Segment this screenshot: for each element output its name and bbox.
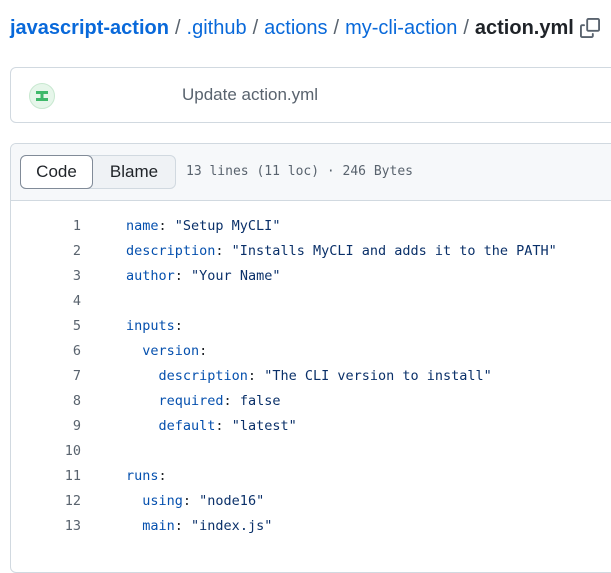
yaml-key: description <box>126 243 216 259</box>
breadcrumb-separator: / <box>252 16 259 39</box>
yaml-key: version <box>142 343 200 359</box>
line-content: description: "The CLI version to install… <box>126 364 492 389</box>
latest-commit-box: Update action.yml <box>10 67 611 123</box>
code-line: 8 required: false <box>11 389 611 414</box>
yaml-separator: : <box>174 318 183 334</box>
line-number[interactable]: 13 <box>11 514 81 539</box>
line-content: runs: <box>126 464 167 489</box>
line-content: using: "node16" <box>126 489 264 514</box>
code-line: 7 description: "The CLI version to insta… <box>11 364 611 389</box>
yaml-key: inputs <box>126 318 175 334</box>
code-listing: 1 name: "Setup MyCLI" 2 description: "Insta… <box>11 214 611 539</box>
line-number[interactable]: 5 <box>11 314 81 339</box>
line-number[interactable]: 10 <box>11 439 81 464</box>
copy-path-button[interactable] <box>578 16 602 40</box>
line-number[interactable]: 7 <box>11 364 81 389</box>
breadcrumb-separator: / <box>463 16 469 39</box>
code-line: 2 description: "Installs MyCLI and adds i… <box>11 239 611 264</box>
line-content: required: false <box>126 389 281 414</box>
line-content: main: "index.js" <box>126 514 272 539</box>
line-number[interactable]: 8 <box>11 389 81 414</box>
yaml-key: name <box>126 218 159 234</box>
yaml-value: "Setup MyCLI" <box>174 218 281 234</box>
yaml-separator: : <box>158 468 167 484</box>
line-content: default: "latest" <box>126 414 297 439</box>
line-content: name: "Setup MyCLI" <box>126 214 280 239</box>
line-number[interactable]: 6 <box>11 339 81 364</box>
yaml-key: runs <box>126 468 159 484</box>
yaml-key: author <box>126 268 175 284</box>
yaml-separator: : <box>215 243 232 259</box>
breadcrumb-current-file: action.yml <box>474 16 574 39</box>
yaml-key: main <box>142 518 175 534</box>
yaml-value: "latest" <box>231 418 297 434</box>
yaml-key: required <box>158 393 224 409</box>
line-content: description: "Installs MyCLI and adds it… <box>126 239 557 264</box>
line-number[interactable]: 9 <box>11 414 81 439</box>
yaml-key: default <box>158 418 216 434</box>
code-blame-toggle: Code Blame <box>20 155 176 189</box>
yaml-separator: : <box>223 393 240 409</box>
code-line: 13 main: "index.js" <box>11 514 611 539</box>
code-line: 1 name: "Setup MyCLI" <box>11 214 611 239</box>
code-line: 10 <box>11 439 611 464</box>
line-number[interactable]: 4 <box>11 289 81 314</box>
breadcrumb-repo-link[interactable]: javascript-action <box>10 17 169 40</box>
yaml-value: "Your Name" <box>191 268 281 284</box>
file-header: Code Blame 13 lines (11 loc) · 246 Bytes <box>11 144 611 201</box>
yaml-separator: : <box>174 268 192 284</box>
code-line: 9 default: "latest" <box>11 414 611 439</box>
code-line: 6 version: <box>11 339 611 364</box>
identicon-icon <box>36 91 48 101</box>
breadcrumb-actions-link[interactable]: actions <box>264 17 327 40</box>
yaml-separator: : <box>182 493 200 509</box>
breadcrumb-my-cli-action-link[interactable]: my-cli-action <box>345 17 457 40</box>
yaml-separator: : <box>215 418 232 434</box>
code-tab[interactable]: Code <box>20 155 93 189</box>
yaml-value: false <box>239 393 281 409</box>
breadcrumb-separator: / <box>333 16 340 39</box>
line-number[interactable]: 3 <box>11 264 81 289</box>
yaml-separator: : <box>199 343 208 359</box>
line-number[interactable]: 12 <box>11 489 81 514</box>
blame-tab[interactable]: Blame <box>93 156 175 188</box>
yaml-separator: : <box>247 368 265 384</box>
yaml-value: "The CLI version to install" <box>264 368 492 384</box>
line-number[interactable]: 11 <box>11 464 81 489</box>
file-viewer: Code Blame 13 lines (11 loc) · 246 Bytes… <box>10 143 611 573</box>
commit-message-link[interactable]: Update action.yml <box>182 85 318 105</box>
code-line: 12 using: "node16" <box>11 489 611 514</box>
breadcrumb: javascript-action / .github / actions / … <box>10 12 574 44</box>
line-number[interactable]: 2 <box>11 239 81 264</box>
code-line: 5 inputs: <box>11 314 611 339</box>
copy-icon <box>580 18 600 38</box>
line-number[interactable]: 1 <box>11 214 81 239</box>
yaml-value: "node16" <box>199 493 265 509</box>
code-line: 4 <box>11 289 611 314</box>
yaml-separator: : <box>174 518 192 534</box>
line-content: version: <box>126 339 207 364</box>
line-content: inputs: <box>126 314 183 339</box>
yaml-value: "index.js" <box>191 518 273 534</box>
yaml-key: description <box>158 368 248 384</box>
line-content: author: "Your Name" <box>126 264 280 289</box>
code-line: 3 author: "Your Name" <box>11 264 611 289</box>
breadcrumb-github-link[interactable]: .github <box>187 17 247 40</box>
file-info: 13 lines (11 loc) · 246 Bytes <box>186 164 413 179</box>
yaml-key: using <box>142 493 183 509</box>
breadcrumb-separator: / <box>174 16 181 39</box>
yaml-separator: : <box>158 218 175 234</box>
code-line: 11 runs: <box>11 464 611 489</box>
yaml-value: "Installs MyCLI and adds it to the PATH" <box>231 243 557 259</box>
avatar[interactable] <box>29 83 55 109</box>
